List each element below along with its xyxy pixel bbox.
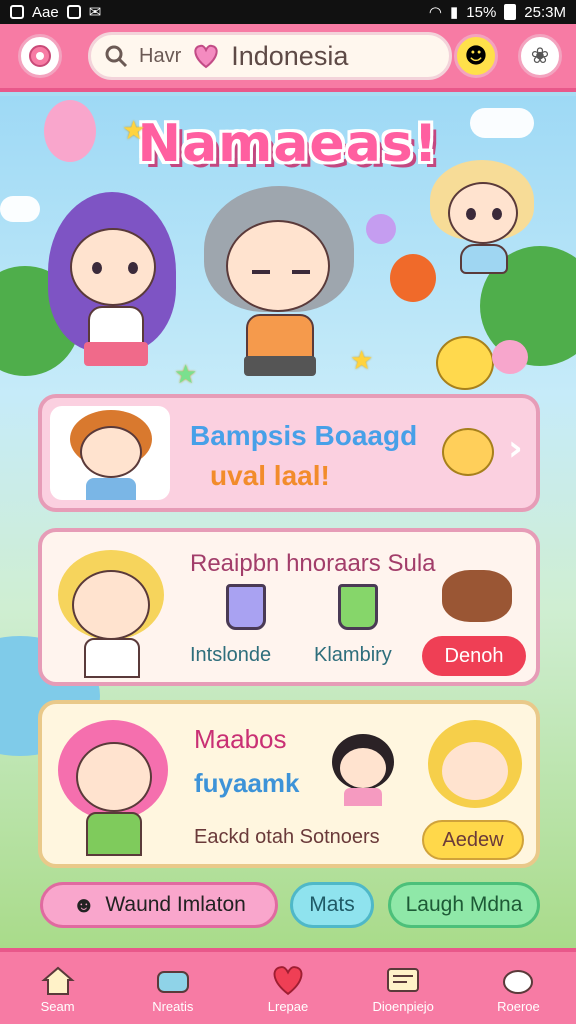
paw-icon: ❀	[530, 43, 550, 69]
nav-item-board[interactable]: Dioenpiejo	[346, 952, 461, 1024]
shop-item1-label: Intslonde	[190, 644, 272, 666]
battery-icon	[504, 4, 517, 20]
heart-icon	[194, 44, 218, 69]
chat-bubble-icon: ☻	[72, 892, 96, 917]
quick-action-three[interactable]: Laugh Mdna	[388, 882, 540, 928]
nav-item-home[interactable]: Seam	[0, 952, 115, 1024]
search-prefix: Havr	[139, 44, 182, 67]
status-left-text: Aae	[32, 3, 59, 21]
game-controller-icon	[154, 963, 192, 997]
clock: 25:3M	[524, 3, 566, 21]
character-purple-hair	[48, 192, 178, 382]
shop-title: Reaipbn hnoraars Sula	[190, 550, 436, 577]
lollipop-icon	[366, 214, 396, 244]
notification-icon: ✉	[88, 4, 102, 21]
smiley-icon: ☻	[464, 43, 488, 69]
chevron-right-icon[interactable]: ›	[508, 428, 523, 469]
character-yellow-hair	[428, 720, 524, 816]
pet-icon	[499, 963, 537, 997]
settings-button[interactable]	[18, 34, 62, 78]
event-button[interactable]: Aedew	[422, 820, 524, 860]
nav-label: Nreatis	[152, 998, 194, 1014]
chick-icon	[442, 428, 494, 476]
wifi-icon: ◠	[428, 4, 442, 21]
fruit-icon	[390, 254, 436, 302]
character-blonde-hair	[430, 160, 540, 280]
event-avatar	[50, 712, 170, 862]
shop-button[interactable]: Denoh	[422, 636, 526, 676]
quick-action-one[interactable]: ☻ Waund Imlaton	[40, 882, 278, 928]
bear-icon	[436, 336, 494, 390]
heart-icon	[269, 963, 307, 997]
search-bar[interactable]: Havr Indonesia	[88, 32, 452, 80]
shop-card[interactable]: Reaipbn hnoraars Sula Intslonde Klambiry…	[38, 528, 540, 686]
featured-card[interactable]: Bampsis Boaagd uval laal! ›	[38, 394, 540, 512]
dog-icon	[442, 570, 512, 622]
event-title: Maabos	[194, 724, 287, 754]
featured-avatar	[50, 406, 170, 500]
message-board-icon	[384, 963, 422, 997]
character-dark-hair	[332, 734, 396, 806]
main-scene: Namaeas! ★ ★ ★ Bampsis Boaagd uval laal!…	[0, 96, 576, 948]
star-icon: ★	[122, 116, 146, 146]
quick-action-two[interactable]: Mats	[290, 882, 374, 928]
house-icon	[39, 963, 77, 997]
shop-item2-label: Klambiry	[314, 644, 392, 666]
nav-item-pet[interactable]: Roeroe	[461, 952, 576, 1024]
mug-icon	[338, 584, 378, 630]
battery-percent: 15%	[466, 3, 497, 21]
nav-label: Roeroe	[497, 998, 540, 1014]
camera-icon	[66, 5, 81, 19]
character-gray-hair	[200, 186, 360, 386]
search-input[interactable]: Indonesia	[231, 41, 348, 72]
mug-icon	[226, 584, 266, 630]
featured-title: Bampsis Boaagd	[190, 420, 418, 451]
top-bar: Havr Indonesia ☻ ❀	[0, 24, 576, 92]
featured-subtitle: uval laal!	[210, 460, 330, 491]
nav-item-favorites[interactable]: Lrepae	[230, 952, 345, 1024]
cloud	[0, 196, 40, 222]
status-bar: Aae ✉ ◠ ▮ 15% 25:3M	[0, 0, 576, 24]
pet-button[interactable]: ❀	[518, 34, 562, 78]
event-caption: Eackd otah Sotnoers	[194, 826, 380, 848]
emoji-button[interactable]: ☻	[454, 34, 498, 78]
gear-icon	[29, 45, 51, 67]
event-card[interactable]: Maabos fuyaamk Eackd otah Sotnoers Aedew	[38, 700, 540, 868]
nav-label: Dioenpiejo	[372, 998, 434, 1014]
nav-label: Lrepae	[267, 998, 309, 1014]
quick-action-one-label: Waund Imlaton	[105, 893, 246, 916]
signal-icon: ▮	[450, 4, 459, 21]
shop-avatar	[50, 540, 170, 678]
search-icon	[105, 45, 128, 68]
bottom-nav: Seam Nreatis Lrepae Dioenpiejo Roeroe	[0, 948, 576, 1024]
heart-balloon-icon	[492, 340, 528, 374]
nav-item-games[interactable]: Nreatis	[115, 952, 230, 1024]
nav-label: Seam	[40, 998, 75, 1014]
event-subtitle: fuyaamk	[194, 768, 300, 798]
gallery-icon	[10, 5, 24, 19]
